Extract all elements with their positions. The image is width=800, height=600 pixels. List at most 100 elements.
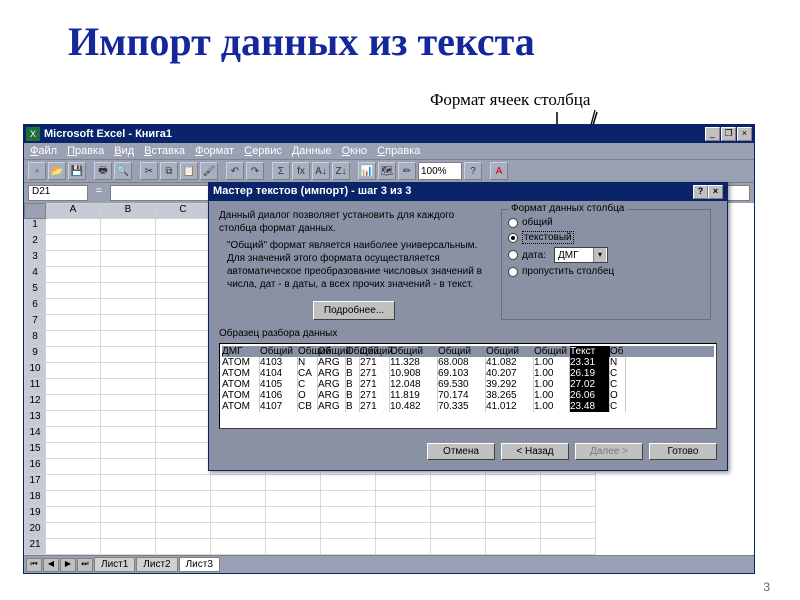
row-header[interactable]: 1 (24, 219, 46, 235)
menu-Справка[interactable]: Справка (377, 145, 420, 157)
preview-col-header[interactable]: Об (610, 346, 626, 357)
cell[interactable] (156, 491, 211, 507)
cell[interactable] (46, 299, 101, 315)
cell[interactable] (46, 267, 101, 283)
drawing-icon[interactable]: ✏ (398, 162, 416, 180)
cell[interactable] (101, 219, 156, 235)
cell[interactable] (46, 331, 101, 347)
data-preview[interactable]: ДМГОбщийОбщийОбщийОбщийОбщийОбщийОбщийОб… (219, 343, 717, 429)
cell[interactable] (46, 363, 101, 379)
radio-text[interactable]: текстовый (508, 231, 704, 244)
cell[interactable] (101, 539, 156, 555)
row-header[interactable]: 21 (24, 539, 46, 555)
sheet-tab-Лист1[interactable]: Лист1 (94, 557, 135, 572)
cell[interactable] (156, 251, 211, 267)
cell[interactable] (46, 443, 101, 459)
cell[interactable] (156, 315, 211, 331)
row-header[interactable]: 15 (24, 443, 46, 459)
column-header-A[interactable]: A (46, 203, 101, 219)
menu-Файл[interactable]: Файл (30, 145, 57, 157)
cell[interactable] (266, 523, 321, 539)
back-button[interactable]: < Назад (501, 443, 569, 460)
menu-Окно[interactable]: Окно (342, 145, 368, 157)
cancel-button[interactable]: Отмена (427, 443, 495, 460)
minimize-button[interactable]: _ (705, 127, 720, 141)
cell[interactable] (101, 251, 156, 267)
select-all-corner[interactable] (24, 203, 46, 219)
dialog-help-button[interactable]: ? (693, 185, 708, 199)
cell[interactable] (46, 315, 101, 331)
cell[interactable] (156, 443, 211, 459)
cell[interactable] (101, 267, 156, 283)
radio-date[interactable]: дата:ДМГ (508, 247, 704, 263)
cell[interactable] (101, 459, 156, 475)
sheet-tab-Лист2[interactable]: Лист2 (136, 557, 177, 572)
menu-Сервис[interactable]: Сервис (244, 145, 282, 157)
cell[interactable] (156, 539, 211, 555)
cell[interactable] (46, 491, 101, 507)
cell[interactable] (376, 507, 431, 523)
preview-col-header[interactable]: Общий (438, 346, 486, 357)
preview-col-header[interactable]: Общий (534, 346, 570, 357)
row-header[interactable]: 14 (24, 427, 46, 443)
tab-nav-next[interactable]: ▶ (60, 558, 76, 572)
preview-col-header[interactable]: ДМГ (222, 346, 260, 357)
cell[interactable] (101, 475, 156, 491)
cell[interactable] (46, 283, 101, 299)
cell[interactable] (101, 315, 156, 331)
cell[interactable] (156, 267, 211, 283)
new-icon[interactable]: ▫ (28, 162, 46, 180)
cell[interactable] (486, 539, 541, 555)
cell[interactable] (101, 299, 156, 315)
cell[interactable] (46, 379, 101, 395)
name-box[interactable]: D21 (28, 185, 88, 201)
row-header[interactable]: 13 (24, 411, 46, 427)
sheet-tab-Лист3[interactable]: Лист3 (179, 557, 220, 572)
radio-general[interactable]: общий (508, 217, 704, 228)
cell[interactable] (376, 539, 431, 555)
cell[interactable] (486, 507, 541, 523)
cell[interactable] (431, 491, 486, 507)
radio-skip[interactable]: пропустить столбец (508, 266, 704, 277)
row-header[interactable]: 2 (24, 235, 46, 251)
cell[interactable] (46, 395, 101, 411)
date-format-combo[interactable]: ДМГ (554, 247, 608, 263)
row-header[interactable]: 11 (24, 379, 46, 395)
cell[interactable] (321, 491, 376, 507)
map-icon[interactable]: 🗺 (378, 162, 396, 180)
cell[interactable] (266, 491, 321, 507)
cut-icon[interactable]: ✂ (140, 162, 158, 180)
row-header[interactable]: 9 (24, 347, 46, 363)
cell[interactable] (266, 507, 321, 523)
preview-col-header[interactable]: Общий (298, 346, 318, 357)
open-icon[interactable]: 📂 (48, 162, 66, 180)
cell[interactable] (156, 331, 211, 347)
row-header[interactable]: 4 (24, 267, 46, 283)
sort-desc-icon[interactable]: Z↓ (332, 162, 350, 180)
menu-Данные[interactable]: Данные (292, 145, 332, 157)
cell[interactable] (101, 507, 156, 523)
row-header[interactable]: 20 (24, 523, 46, 539)
cell[interactable] (46, 539, 101, 555)
chart-icon[interactable]: 📊 (358, 162, 376, 180)
cell[interactable] (101, 379, 156, 395)
fx-icon[interactable]: fx (292, 162, 310, 180)
dialog-close-button[interactable]: × (708, 185, 723, 199)
column-header-B[interactable]: B (101, 203, 156, 219)
cell[interactable] (156, 475, 211, 491)
cell[interactable] (101, 331, 156, 347)
cell[interactable] (46, 459, 101, 475)
cell[interactable] (321, 507, 376, 523)
close-button[interactable]: × (737, 127, 752, 141)
cell[interactable] (541, 523, 596, 539)
autosum-icon[interactable]: Σ (272, 162, 290, 180)
cell[interactable] (156, 523, 211, 539)
cell[interactable] (376, 491, 431, 507)
cell[interactable] (156, 379, 211, 395)
cell[interactable] (156, 363, 211, 379)
cell[interactable] (156, 459, 211, 475)
row-header[interactable]: 8 (24, 331, 46, 347)
paste-icon[interactable]: 📋 (180, 162, 198, 180)
cell[interactable] (211, 523, 266, 539)
cell[interactable] (46, 347, 101, 363)
